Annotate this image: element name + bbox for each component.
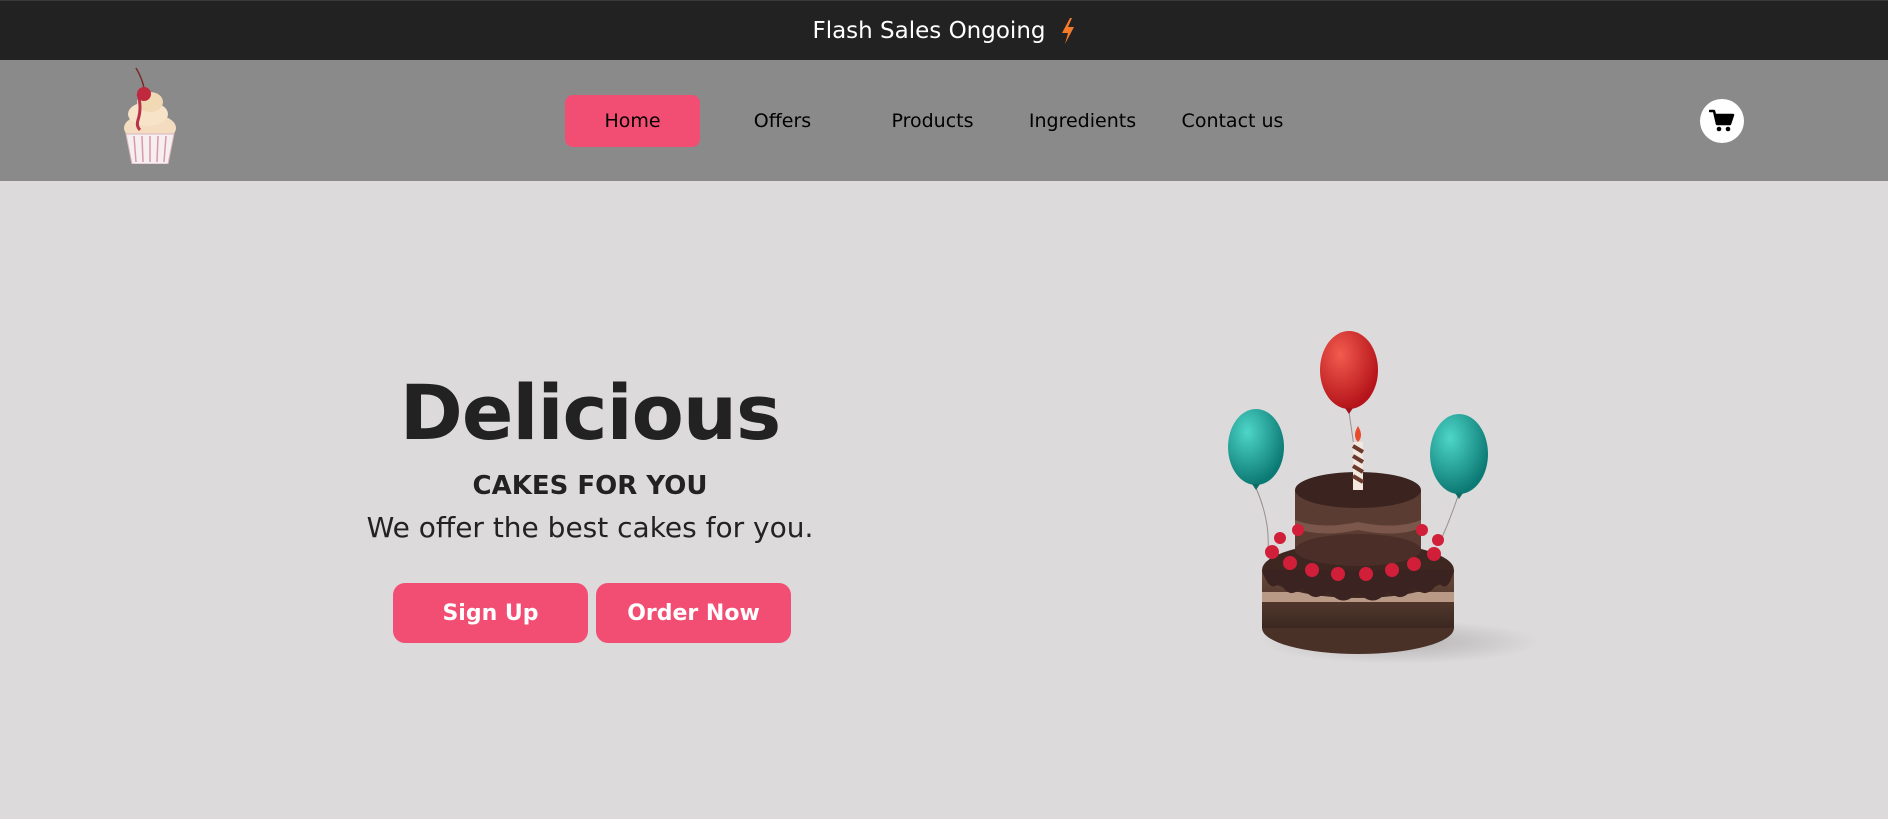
- order-now-button[interactable]: Order Now: [596, 583, 791, 643]
- main-navbar: Home Offers Products Ingredients Contact…: [0, 60, 1888, 181]
- sign-up-button[interactable]: Sign Up: [393, 583, 588, 643]
- banner-text: Flash Sales Ongoing: [812, 17, 1046, 44]
- shopping-cart-icon: [1709, 109, 1735, 132]
- cart-button[interactable]: [1700, 99, 1744, 143]
- nav-link-products[interactable]: Products: [865, 95, 1000, 147]
- cupcake-logo[interactable]: [116, 64, 186, 165]
- hero-section: Delicious CAKES FOR YOU We offer the bes…: [300, 365, 880, 547]
- birthday-cake-image: [1210, 320, 1550, 680]
- nav-link-contact-us[interactable]: Contact us: [1165, 95, 1300, 147]
- hero-subtitle: CAKES FOR YOU: [472, 471, 708, 501]
- nav-link-offers[interactable]: Offers: [715, 95, 850, 147]
- nav-link-home[interactable]: Home: [565, 95, 700, 147]
- lightning-bolt-icon: [1060, 17, 1076, 44]
- flash-sales-banner: Flash Sales Ongoing: [0, 0, 1888, 60]
- nav-links: Home Offers Products Ingredients Contact…: [565, 95, 1300, 147]
- hero-buttons: Sign Up Order Now: [393, 583, 791, 643]
- hero-description: We offer the best cakes for you.: [366, 511, 814, 544]
- hero-title: Delicious: [399, 368, 781, 457]
- nav-link-ingredients[interactable]: Ingredients: [1015, 95, 1150, 147]
